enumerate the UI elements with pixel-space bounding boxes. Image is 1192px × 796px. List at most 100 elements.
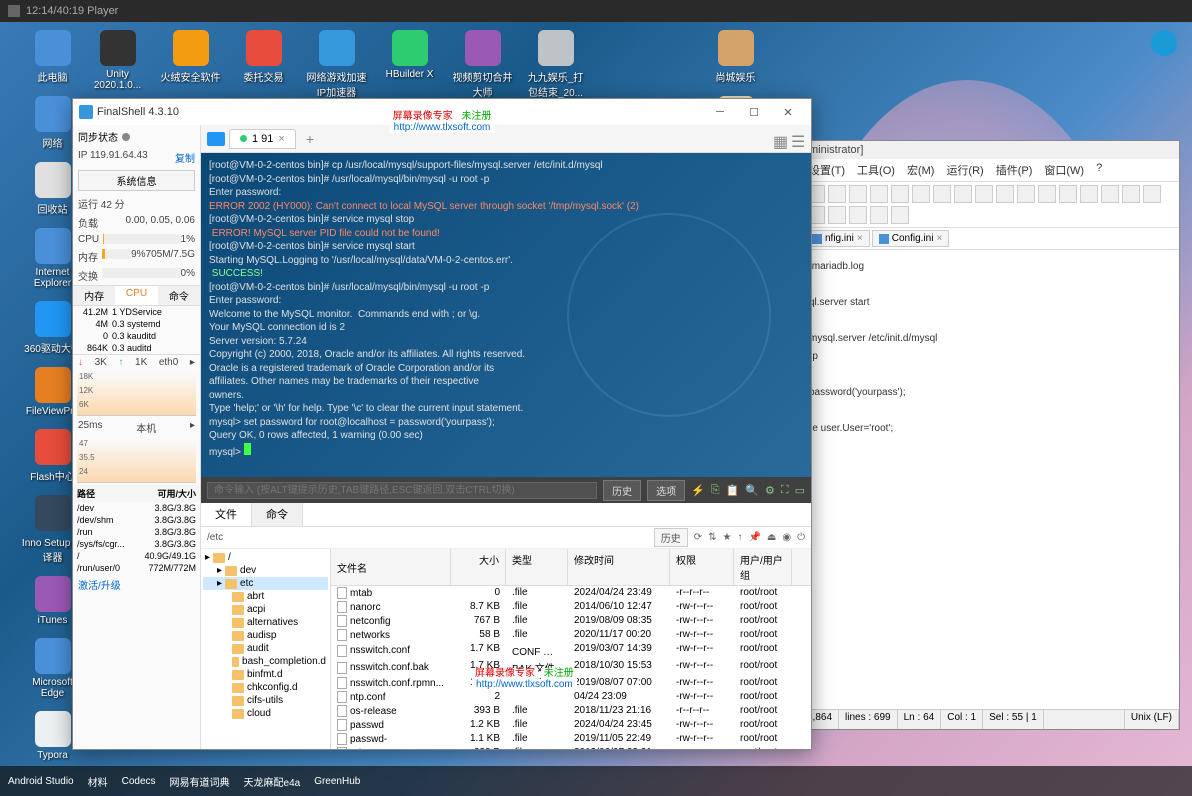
process-row[interactable]: 00.3 kauditd: [73, 330, 200, 342]
desktop-icon[interactable]: 此电脑: [20, 30, 85, 84]
path-row[interactable]: /dev3.8G/3.8G: [73, 502, 200, 514]
transfer-icon[interactable]: ⇅: [708, 532, 716, 543]
tree-node[interactable]: cifs-utils: [203, 694, 328, 707]
menu-item[interactable]: 窗口(W): [1044, 162, 1084, 178]
fullscreen-icon[interactable]: ▭: [795, 484, 805, 497]
tree-node[interactable]: chkconfig.d: [203, 681, 328, 694]
file-row[interactable]: nanorc8.7 KB.file2014/06/10 12:47-rw-r--…: [331, 600, 811, 614]
tree-node[interactable]: alternatives: [203, 616, 328, 629]
bolt-icon[interactable]: ⚡: [691, 484, 705, 497]
close-button[interactable]: ✕: [771, 101, 805, 123]
close-icon[interactable]: ×: [857, 233, 863, 244]
toolbar-button[interactable]: [828, 185, 846, 203]
process-row[interactable]: 864K0.3 auditd: [73, 342, 200, 354]
toolbar-button[interactable]: [1017, 185, 1035, 203]
file-row[interactable]: os-release393 B.file2018/11/23 21:16-r--…: [331, 704, 811, 718]
toolbar-button[interactable]: [1038, 185, 1056, 203]
desktop-icon[interactable]: 委托交易: [231, 30, 296, 99]
col-type[interactable]: 类型: [506, 549, 568, 585]
options-button[interactable]: 选项: [647, 480, 685, 501]
taskbar-item[interactable]: 网易有道词典: [170, 774, 230, 789]
search-icon[interactable]: 🔍: [745, 484, 759, 497]
path-row[interactable]: /40.9G/49.1G: [73, 550, 200, 562]
tree-node[interactable]: abrt: [203, 590, 328, 603]
tree-node[interactable]: audit: [203, 642, 328, 655]
desktop-icon[interactable]: 火绒安全软件: [158, 30, 223, 99]
maximize-button[interactable]: ☐: [737, 101, 771, 123]
new-tab-button[interactable]: +: [300, 131, 320, 147]
hidden-icon[interactable]: ◉: [782, 532, 791, 543]
file-row[interactable]: nsswitch.conf.bak1.7 KBBAK 文件2018/10/30 …: [331, 659, 811, 676]
eject-icon[interactable]: ⏏: [767, 532, 776, 543]
file-list[interactable]: 文件名 大小 类型 修改时间 权限 用户/用户组 mtab0.file2024/…: [331, 549, 811, 749]
tab-commands[interactable]: 命令: [252, 503, 303, 526]
terminal[interactable]: [root@VM-0-2-centos bin]# cp /usr/local/…: [201, 153, 811, 477]
tree-node[interactable]: audisp: [203, 629, 328, 642]
tree-node[interactable]: cloud: [203, 707, 328, 720]
list-view-icon[interactable]: ☰: [791, 132, 805, 146]
close-tab-icon[interactable]: ×: [278, 133, 284, 145]
tree-node[interactable]: acpi: [203, 603, 328, 616]
col-date[interactable]: 修改时间: [568, 549, 670, 585]
copy-button[interactable]: 复制: [175, 150, 195, 165]
desktop-icon[interactable]: 尚城娱乐: [703, 30, 768, 84]
menu-item[interactable]: ?: [1096, 162, 1102, 178]
file-row[interactable]: ntp.conf204/24 23:09-rw-r--r--root/root: [331, 690, 811, 704]
toolbar-button[interactable]: [849, 185, 867, 203]
desktop-icon[interactable]: 视频剪切合并 大师: [450, 30, 515, 99]
menu-item[interactable]: 运行(R): [946, 162, 983, 178]
toolbar-button[interactable]: [1080, 185, 1098, 203]
process-row[interactable]: 4M0.3 systemd: [73, 318, 200, 330]
folder-tree[interactable]: ▸/▸dev▸etcabrtacpialternativesaudispaudi…: [201, 549, 331, 749]
folder-icon[interactable]: [207, 132, 225, 146]
toolbar-button[interactable]: [870, 206, 888, 224]
col-perm[interactable]: 权限: [670, 549, 734, 585]
toolbar-button[interactable]: [933, 185, 951, 203]
col-user[interactable]: 用户/用户组: [734, 549, 792, 585]
gear-icon[interactable]: ⚙: [765, 484, 775, 497]
process-row[interactable]: 41.2M1 YDService: [73, 306, 200, 318]
toolbar-button[interactable]: [1122, 185, 1140, 203]
toolbar-button[interactable]: [996, 185, 1014, 203]
editor-tab[interactable]: nfig.ini×: [805, 230, 870, 247]
path-row[interactable]: /sys/fs/cgr...3.8G/3.8G: [73, 538, 200, 550]
taskbar-item[interactable]: GreenHub: [314, 776, 360, 787]
desktop-icon[interactable]: Unity 2020.1.0...: [85, 30, 150, 99]
tree-node[interactable]: ▸/: [203, 551, 328, 564]
menu-item[interactable]: 宏(M): [907, 162, 935, 178]
col-name[interactable]: 文件名: [331, 549, 451, 585]
tab-files[interactable]: 文件: [201, 503, 252, 526]
toolbar-button[interactable]: [1101, 185, 1119, 203]
toolbar-button[interactable]: [828, 206, 846, 224]
path-row[interactable]: /run/user/0772M/772M: [73, 562, 200, 574]
system-info-button[interactable]: 系统信息: [78, 170, 195, 191]
toolbar-button[interactable]: [891, 206, 909, 224]
toolbar-button[interactable]: [912, 185, 930, 203]
taskbar[interactable]: Android Studio材料Codecs网易有道词典天龙麻配e4aGreen…: [0, 766, 1192, 796]
finalshell-titlebar[interactable]: FinalShell 4.3.10 ─ ☐ ✕: [73, 99, 811, 125]
refresh-icon[interactable]: ⟳: [694, 532, 702, 543]
file-row[interactable]: printcap233 B.file2013/06/07 22:31-rw-r-…: [331, 746, 811, 749]
paste-icon[interactable]: 📋: [726, 484, 740, 497]
minimize-button[interactable]: ─: [703, 101, 737, 123]
copy-icon[interactable]: ⎘: [711, 484, 720, 497]
toolbar-button[interactable]: [954, 185, 972, 203]
file-row[interactable]: netconfig767 B.file2019/08/09 08:35-rw-r…: [331, 614, 811, 628]
current-path[interactable]: /etc: [207, 532, 648, 543]
toolbar-button[interactable]: [1059, 185, 1077, 203]
path-history-button[interactable]: 历史: [654, 528, 688, 547]
tab-cmd[interactable]: 命令: [158, 286, 200, 305]
desktop-icon[interactable]: HBuilder X: [377, 30, 442, 99]
bookmark-icon[interactable]: ★: [722, 532, 731, 543]
taskbar-item[interactable]: Android Studio: [8, 776, 74, 787]
file-row[interactable]: nsswitch.conf.rpmn...1.9 KBRPMNEW...2019…: [331, 676, 811, 690]
file-row[interactable]: nsswitch.conf1.7 KBCONF 文件2019/03/07 14:…: [331, 642, 811, 659]
cloud-icon[interactable]: [1151, 30, 1177, 56]
grid-view-icon[interactable]: ▦: [773, 132, 787, 146]
file-row[interactable]: networks58 B.file2020/11/17 00:20-rw-r--…: [331, 628, 811, 642]
tree-node[interactable]: ▸dev: [203, 564, 328, 577]
taskbar-item[interactable]: Codecs: [122, 776, 156, 787]
file-row[interactable]: passwd-1.1 KB.file2019/11/05 22:49-rw-r-…: [331, 732, 811, 746]
tab-memory[interactable]: 内存: [73, 286, 115, 305]
toolbar-button[interactable]: [870, 185, 888, 203]
